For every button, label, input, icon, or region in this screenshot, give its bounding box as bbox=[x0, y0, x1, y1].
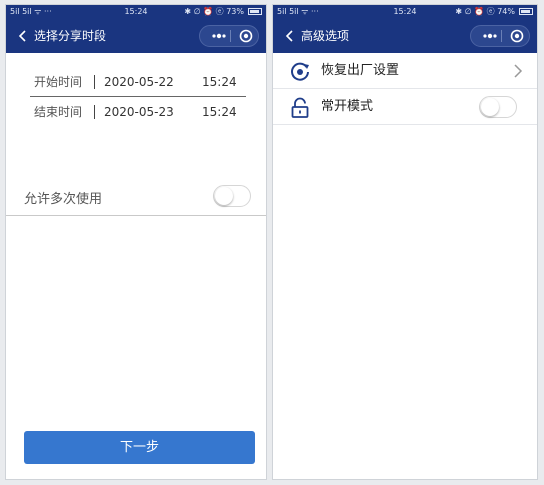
status-bar: 5il 5il ᯤ ··· 15:24 ✱ ∅ ⏰ ⓔ 73% bbox=[6, 5, 266, 19]
unlock-icon bbox=[291, 97, 309, 118]
field-separator bbox=[94, 75, 95, 89]
restore-disc-icon bbox=[291, 62, 309, 81]
chevron-right-icon bbox=[514, 64, 523, 78]
capsule-divider bbox=[230, 30, 231, 42]
always-open-mode-toggle[interactable] bbox=[479, 96, 517, 118]
next-step-button[interactable]: 下一步 bbox=[24, 431, 255, 464]
battery-icon bbox=[519, 8, 533, 15]
nav-bar: 高级选项 bbox=[273, 19, 537, 53]
back-arrow-icon[interactable] bbox=[283, 29, 297, 43]
section-divider bbox=[6, 215, 266, 216]
back-arrow-icon[interactable] bbox=[16, 29, 30, 43]
battery-icon bbox=[248, 8, 262, 15]
advanced-options-screen: 5il 5il ᯤ ··· 15:24 ✱ ∅ ⏰ ⓔ 74% 高级选项 恢复出… bbox=[272, 4, 538, 480]
more-icon[interactable] bbox=[477, 26, 501, 46]
factory-reset-label: 恢复出厂设置 bbox=[321, 63, 400, 78]
end-date-value[interactable]: 2020-05-23 bbox=[104, 102, 194, 122]
status-bar: 5il 5il ᯤ ··· 15:24 ✱ ∅ ⏰ ⓔ 74% bbox=[273, 5, 537, 19]
close-target-icon[interactable] bbox=[238, 28, 254, 44]
mini-program-capsule bbox=[470, 25, 530, 47]
allow-multiple-use-toggle[interactable] bbox=[213, 185, 251, 207]
more-icon[interactable] bbox=[206, 26, 230, 46]
toggle-knob bbox=[215, 187, 233, 205]
start-time-value[interactable]: 15:24 bbox=[202, 72, 252, 92]
status-icons: ✱ ∅ ⏰ ⓔ 74% bbox=[455, 7, 515, 16]
allow-multiple-use-label: 允许多次使用 bbox=[24, 192, 103, 207]
factory-reset-item[interactable]: 恢复出厂设置 bbox=[273, 53, 537, 89]
capsule-divider bbox=[501, 30, 502, 42]
share-period-screen: 5il 5il ᯤ ··· 15:24 ✱ ∅ ⏰ ⓔ 73% 选择分享时段 开… bbox=[5, 4, 267, 480]
page-title: 高级选项 bbox=[301, 29, 350, 43]
start-time-label: 开始时间 bbox=[34, 75, 83, 89]
start-date-value[interactable]: 2020-05-22 bbox=[104, 72, 194, 92]
close-target-icon[interactable] bbox=[509, 28, 525, 44]
page-title: 选择分享时段 bbox=[34, 29, 107, 43]
field-separator bbox=[94, 105, 95, 119]
always-open-mode-label: 常开模式 bbox=[321, 99, 374, 114]
toggle-knob bbox=[481, 98, 499, 116]
end-time-label: 结束时间 bbox=[34, 105, 83, 119]
nav-bar: 选择分享时段 bbox=[6, 19, 266, 53]
mini-program-capsule bbox=[199, 25, 259, 47]
status-icons: ✱ ∅ ⏰ ⓔ 73% bbox=[184, 7, 244, 16]
always-open-mode-item: 常开模式 bbox=[273, 89, 537, 125]
end-time-value[interactable]: 15:24 bbox=[202, 102, 252, 122]
active-field-underline bbox=[30, 96, 246, 97]
